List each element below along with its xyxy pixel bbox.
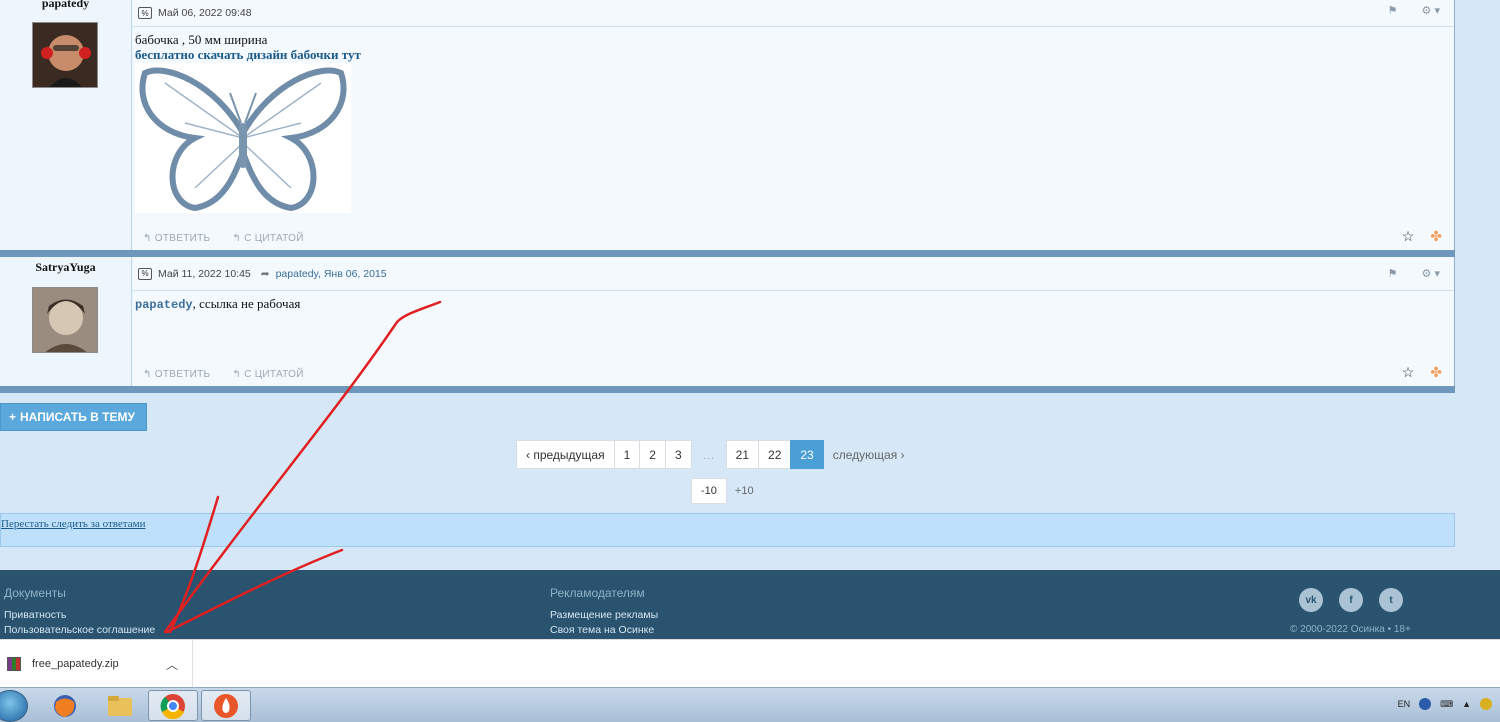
file-explorer-icon[interactable] [95,690,145,721]
forum-area: papatedy % Май 06, 2022 09:48 ⚑ ⚙ ▾ бабо… [0,0,1455,570]
prev-page-button[interactable]: ‹ предыдущая [516,440,615,469]
tray-expand-icon[interactable]: ▲ [1462,699,1471,709]
page-3[interactable]: 3 [664,440,692,469]
post-date[interactable]: Май 11, 2022 10:45 [158,268,251,280]
next-page-button[interactable]: следующая › [823,440,915,469]
privacy-link[interactable]: Приватность [4,608,155,623]
download-filename: free_papatedy.zip [32,658,119,670]
social-links: vk f t [1299,588,1403,612]
pagination: ‹ предыдущая 1 2 3 … 21 22 23 следующая … [516,440,915,469]
post-date[interactable]: Май 06, 2022 09:48 [158,7,252,19]
reply-label: ОТВЕТИТЬ [154,369,211,380]
user-mention[interactable]: papatedy [135,298,193,312]
post-header: % Май 11, 2022 10:45 ➦ papatedy, Янв 06,… [133,257,1454,291]
post: papatedy % Май 06, 2022 09:48 ⚑ ⚙ ▾ бабо… [0,0,1455,250]
post-text: бабочка , 50 мм ширина [135,32,268,47]
page-jump: -10 +10 [691,478,754,504]
post-header: % Май 06, 2022 09:48 [133,0,1454,27]
permalink-icon[interactable]: % [138,267,152,280]
star-icon[interactable]: ☆ [1402,364,1415,381]
firefox-icon[interactable] [40,690,90,721]
page-21[interactable]: 21 [725,440,760,469]
avatar[interactable] [32,22,98,88]
update-icon[interactable] [1480,698,1492,710]
plus-icon: + [9,410,17,424]
post-content: бабочка , 50 мм ширина бесплатно скачать… [133,27,1454,218]
help-icon[interactable] [1419,698,1432,710]
keyboard-icon[interactable]: ⌨ [1440,699,1453,710]
page-23-current[interactable]: 23 [790,440,824,469]
download-design-link[interactable]: бесплатно скачать дизайн бабочки тут [135,47,361,62]
reply-label: ОТВЕТИТЬ [154,233,211,244]
permalink-icon[interactable]: % [138,7,152,19]
post-reactions: ☆ ✤ [1402,228,1442,245]
author-name[interactable]: SatryaYuga [0,260,131,275]
zip-file-icon [7,657,21,671]
page-1[interactable]: 1 [613,440,641,469]
post-tools: ⚑ ⚙ ▾ [1388,267,1440,280]
author-name[interactable]: papatedy [0,0,131,11]
post-text: , ссылка не рабочая [192,296,301,311]
footer-ads-title: Рекламодателям [550,586,645,600]
post-actions: ↰ ОТВЕТИТЬ ↰ С ЦИТАТОЙ [143,233,304,244]
download-bar: free_papatedy.zip ︿ [0,639,1500,688]
post-actions: ↰ ОТВЕТИТЬ ↰ С ЦИТАТОЙ [143,369,304,380]
download-item[interactable]: free_papatedy.zip ︿ [0,640,193,688]
post-reactions: ☆ ✤ [1402,364,1442,381]
ad-placement-link[interactable]: Размещение рекламы [550,608,658,623]
footer-docs-title: Документы [4,586,66,600]
quote-button[interactable]: ↰ С ЦИТАТОЙ [232,233,303,244]
post-divider [0,386,1455,393]
app-flame-icon[interactable] [201,690,251,721]
write-button-label: НАПИСАТЬ В ТЕМУ [20,410,135,424]
copyright: © 2000-2022 Осинка • 18+ [1290,624,1411,635]
gear-icon[interactable]: ⚙ ▾ [1422,4,1440,17]
post-content: papatedy, ссылка не рабочая [133,291,1454,318]
flag-icon[interactable]: ⚑ [1388,4,1398,17]
bonus-icon[interactable]: ✤ [1430,228,1442,245]
gear-icon[interactable]: ⚙ ▾ [1422,267,1440,280]
quote-button[interactable]: ↰ С ЦИТАТОЙ [232,369,303,380]
post-body: % Май 11, 2022 10:45 ➦ papatedy, Янв 06,… [133,257,1454,386]
post-body: % Май 06, 2022 09:48 ⚑ ⚙ ▾ бабочка , 50 … [133,0,1454,250]
terms-link[interactable]: Пользовательское соглашение [4,623,155,638]
watch-bar: Перестать следить за ответами [0,513,1455,547]
footer-docs: Документы Приватность Пользовательское с… [4,586,155,638]
post: SatryaYuga % Май 11, 2022 10:45 ➦ papate… [0,257,1455,386]
quote-label: С ЦИТАТОЙ [244,369,304,380]
page-2[interactable]: 2 [639,440,666,469]
reply-to-link[interactable]: papatedy, Янв 06, 2015 [276,268,387,280]
chrome-icon[interactable] [148,690,198,721]
facebook-icon[interactable]: f [1339,588,1363,612]
system-tray: EN ⌨ ▲ [1398,698,1492,710]
chevron-up-icon[interactable]: ︿ [166,656,178,673]
jump-plus-10[interactable]: +10 [735,485,754,497]
star-icon[interactable]: ☆ [1402,228,1415,245]
footer-ads: Рекламодателям Размещение рекламы Своя т… [550,586,658,638]
butterfly-image[interactable] [135,63,351,213]
post-author: papatedy [0,0,132,250]
start-button-icon[interactable] [0,690,28,722]
pagination-ellipsis: … [702,447,715,462]
taskbar: EN ⌨ ▲ [0,687,1500,722]
bonus-icon[interactable]: ✤ [1430,364,1442,381]
site-footer: Документы Приватность Пользовательское с… [0,570,1500,639]
avatar[interactable] [32,287,98,353]
language-indicator[interactable]: EN [1398,699,1411,709]
flag-icon[interactable]: ⚑ [1388,267,1398,280]
page-22[interactable]: 22 [758,440,792,469]
post-tools: ⚑ ⚙ ▾ [1388,4,1440,17]
twitter-icon[interactable]: t [1379,588,1403,612]
unwatch-link[interactable]: Перестать следить за ответами [1,518,145,530]
quote-label: С ЦИТАТОЙ [244,233,304,244]
jump-minus-10[interactable]: -10 [691,478,727,504]
post-divider [0,250,1455,257]
reply-arrow-icon: ➦ [260,267,270,280]
own-topic-link[interactable]: Своя тема на Осинке [550,623,658,638]
post-author: SatryaYuga [0,257,132,386]
reply-button[interactable]: ↰ ОТВЕТИТЬ [143,233,210,244]
write-in-topic-button[interactable]: + НАПИСАТЬ В ТЕМУ [0,403,147,431]
vk-icon[interactable]: vk [1299,588,1323,612]
reply-button[interactable]: ↰ ОТВЕТИТЬ [143,369,210,380]
